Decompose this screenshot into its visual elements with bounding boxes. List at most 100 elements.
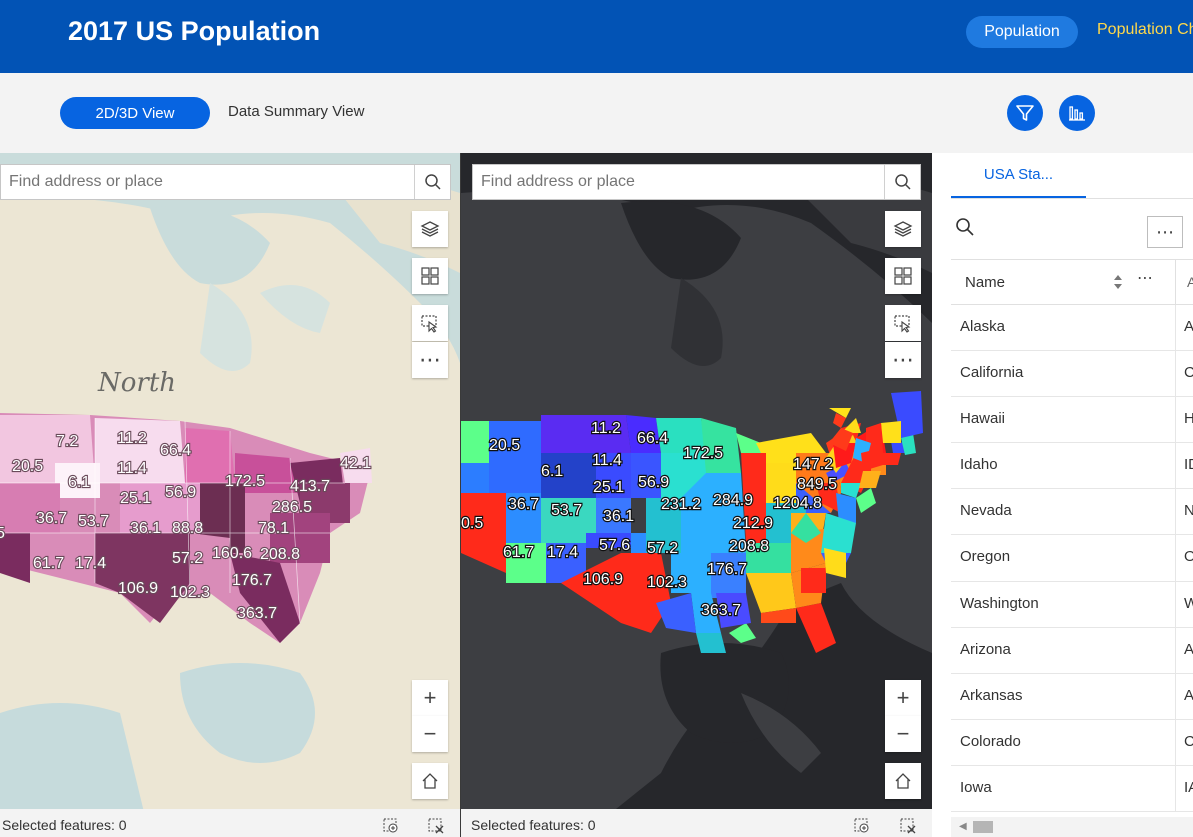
filter-button[interactable] — [1007, 95, 1043, 131]
table-row[interactable]: Oregon O — [951, 535, 1193, 582]
state-value-label: 11.2 — [591, 420, 621, 437]
cell-state-name: Colorado — [960, 732, 1021, 750]
table-row[interactable]: Nevada N — [951, 489, 1193, 536]
state-value-label: 88.8 — [172, 520, 203, 537]
horizontal-scrollbar[interactable]: ◀ — [951, 817, 1193, 837]
home-icon — [895, 773, 911, 789]
right-map-labels: 11.2 66.4 20.5 172.5 6.1 11.4 147.2 849.5 25.1 56… — [461, 419, 838, 620]
cell-state-abbr: A — [1184, 686, 1193, 704]
right-select-button[interactable] — [885, 305, 921, 341]
state-value-label: 36.1 — [603, 508, 634, 525]
cell-state-abbr: ID — [1184, 456, 1193, 474]
map-view-right[interactable]: 11.2 66.4 20.5 172.5 6.1 11.4 147.2 849.5 25.1 56… — [461, 153, 932, 837]
state-value-label: 36.1 — [130, 520, 161, 537]
header-tab-population-change[interactable]: Population Change — [1097, 21, 1193, 39]
left-home-button[interactable] — [412, 763, 448, 799]
table-row[interactable]: Colorado C — [951, 719, 1193, 766]
state-value-label: 53.7 — [78, 513, 109, 530]
basemap-gallery-icon — [421, 267, 439, 285]
state-value-label: 57.6 — [599, 537, 630, 554]
column-header-abbr[interactable]: A — [1187, 274, 1193, 290]
table-row[interactable]: Arkansas A — [951, 673, 1193, 720]
left-select-button[interactable] — [412, 305, 448, 341]
right-search-widget — [472, 164, 921, 200]
state-value-label: 172.5 — [225, 473, 265, 490]
column-divider — [1175, 397, 1176, 443]
state-value-label: 61.7 — [503, 544, 534, 561]
map-view-left[interactable]: North 7.2 11.2 66.4 20.5 6.1 11.4 25.1 56.9 172.… — [0, 153, 460, 837]
state-value-label: 6.1 — [68, 474, 90, 491]
attribute-table-panel: USA Sta... ⋯ Name ⋯ A Alaska A California C… — [933, 153, 1193, 837]
left-zoom-to-selection-button[interactable] — [380, 815, 402, 837]
state-value-label: 849.5 — [797, 476, 837, 493]
table-row[interactable]: Alaska A — [951, 305, 1193, 352]
left-search-widget — [0, 164, 451, 200]
left-basemap-gallery-button[interactable] — [412, 258, 448, 294]
table-row[interactable]: California C — [951, 351, 1193, 398]
right-home-button[interactable] — [885, 763, 921, 799]
app-title: 2017 US Population — [68, 16, 321, 46]
right-zoom-in-button[interactable]: + — [885, 680, 921, 716]
state-value-label: 20.5 — [489, 437, 520, 454]
right-more-tools-button[interactable]: ⋯ — [885, 342, 921, 378]
table-row[interactable]: Hawaii H — [951, 397, 1193, 444]
left-more-tools-button[interactable]: ⋯ — [412, 342, 448, 378]
search-icon — [956, 218, 974, 236]
table-header: Name ⋯ A — [951, 259, 1193, 305]
state-value-label: 147.2 — [793, 456, 833, 473]
state-value-label: 212.9 — [733, 515, 773, 532]
tab-underline — [951, 198, 1193, 199]
table-search-button[interactable] — [955, 217, 975, 242]
right-clear-selection-button[interactable] — [897, 815, 919, 837]
sort-button[interactable] — [1113, 273, 1123, 296]
left-zoom-out-button[interactable]: − — [412, 716, 448, 752]
column-header-name[interactable]: Name — [965, 274, 1005, 291]
state-value-label: 172.5 — [683, 445, 723, 462]
tab-usa-states[interactable]: USA Sta... — [951, 153, 1086, 198]
state-value-label: 36.7 — [508, 496, 539, 513]
column-divider — [1175, 581, 1176, 627]
table-options-button[interactable]: ⋯ — [1147, 216, 1183, 248]
column-divider — [1175, 627, 1176, 673]
right-basemap-gallery-button[interactable] — [885, 258, 921, 294]
column-divider — [1175, 351, 1176, 397]
right-search-button[interactable] — [884, 165, 920, 199]
state-value-label: 53.7 — [551, 502, 582, 519]
state-value-label: 176.7 — [707, 561, 747, 578]
left-layers-button[interactable] — [412, 211, 448, 247]
right-zoom-out-button[interactable]: − — [885, 716, 921, 752]
state-value-label: 20.5 — [12, 458, 43, 475]
column-menu-button[interactable]: ⋯ — [1137, 268, 1153, 288]
right-zoom-to-selection-button[interactable] — [851, 815, 873, 837]
column-divider — [1175, 719, 1176, 765]
zoom-in-icon: + — [423, 685, 437, 710]
cell-state-name: Alaska — [960, 318, 1006, 335]
cell-state-abbr: A — [1184, 640, 1193, 658]
left-clear-selection-button[interactable] — [425, 815, 447, 837]
left-search-button[interactable] — [414, 165, 450, 199]
column-divider — [1175, 260, 1176, 304]
scrollbar-thumb[interactable] — [973, 821, 993, 833]
chart-button[interactable] — [1059, 95, 1095, 131]
basemap-gallery-icon — [894, 267, 912, 285]
tab-data-summary-view[interactable]: Data Summary View — [228, 103, 364, 120]
right-search-input[interactable] — [473, 165, 920, 199]
column-divider — [1175, 535, 1176, 581]
left-search-input[interactable] — [1, 165, 450, 199]
right-layers-button[interactable] — [885, 211, 921, 247]
table-row[interactable]: Arizona A — [951, 627, 1193, 674]
cell-state-abbr: C — [1184, 364, 1193, 382]
table-body: AlaskaACaliforniaCHawaiiHIdahoIDNevadaNO… — [951, 305, 1193, 813]
left-zoom-in-button[interactable]: + — [412, 680, 448, 716]
scroll-left-icon[interactable]: ◀ — [959, 821, 967, 832]
table-row[interactable]: Iowa IA — [951, 765, 1193, 813]
table-row[interactable]: Washington W — [951, 581, 1193, 628]
tab-2d-3d-view[interactable]: 2D/3D View — [60, 97, 210, 129]
search-icon — [894, 174, 911, 190]
search-icon — [424, 174, 441, 190]
state-value-label: 42.1 — [340, 455, 371, 472]
state-value-label: 160.6 — [212, 545, 252, 562]
header-tab-population[interactable]: Population — [966, 16, 1078, 48]
right-selected-features-label: Selected features: 0 — [471, 817, 596, 833]
table-row[interactable]: Idaho ID — [951, 443, 1193, 490]
